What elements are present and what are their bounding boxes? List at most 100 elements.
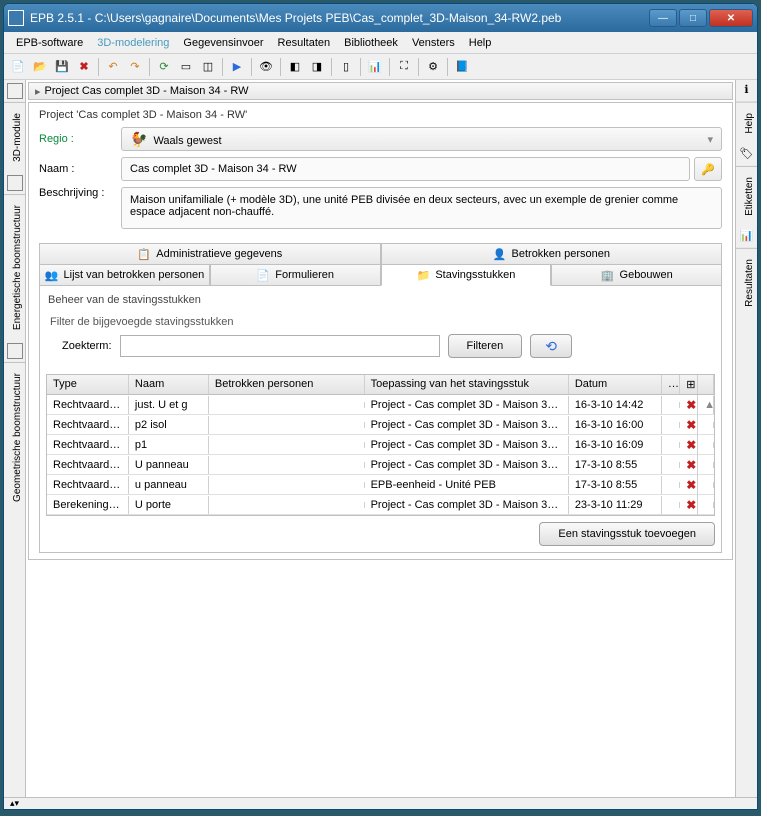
cell-datum: 16-3-10 16:09 — [569, 436, 663, 454]
cell-more — [662, 402, 680, 408]
search-input[interactable] — [120, 335, 440, 357]
add-stavingsstuk-button[interactable]: Een stavingsstuk toevoegen — [539, 522, 715, 546]
side-icon-3[interactable] — [7, 343, 23, 359]
regio-label: Regio : — [39, 133, 121, 145]
delete-row-button[interactable]: ✖ — [680, 435, 698, 455]
delete-row-button[interactable]: ✖ — [680, 395, 698, 415]
delete-row-button[interactable]: ✖ — [680, 415, 698, 435]
filter-button[interactable]: Filteren — [448, 334, 523, 358]
panel2-icon[interactable]: ◨ — [307, 57, 327, 77]
regio-dropdown[interactable]: 🐓Waals gewest ▾ — [121, 127, 722, 151]
breadcrumb[interactable]: ▸ Project Cas complet 3D - Maison 34 - R… — [28, 82, 733, 100]
menu-gegevens[interactable]: Gegevensinvoer — [177, 35, 269, 51]
tab-formulieren[interactable]: 📄 Formulieren — [210, 264, 381, 286]
page-icon[interactable]: ▯ — [336, 57, 356, 77]
table-row[interactable]: Rechtvaardig...U panneauProject - Cas co… — [47, 455, 714, 475]
select-icon[interactable]: ▭ — [176, 57, 196, 77]
redo-icon[interactable]: ↷ — [125, 57, 145, 77]
close-button[interactable]: ✕ — [709, 9, 753, 27]
breadcrumb-arrow-icon: ▸ — [35, 85, 41, 98]
delete-row-button[interactable]: ✖ — [680, 475, 698, 495]
tab-betrokken-top[interactable]: 👤 Betrokken personen — [381, 243, 723, 265]
side-tab-3d[interactable]: 3D-module — [4, 102, 25, 172]
key-button[interactable]: 🔑 — [694, 157, 722, 181]
scroll-arrow-icon[interactable] — [698, 502, 714, 508]
table-row[interactable]: Rechtvaardig...u panneauEPB-eenheid - Un… — [47, 475, 714, 495]
side-tab-resultaten[interactable]: Resultaten — [736, 248, 757, 317]
menu-3d[interactable]: 3D-modelering — [91, 35, 175, 51]
form-icon: 📄 — [256, 268, 270, 282]
menu-resultaten[interactable]: Resultaten — [272, 35, 337, 51]
cell-datum: 16-3-10 14:42 — [569, 396, 663, 414]
gear-icon[interactable]: ⚙ — [423, 57, 443, 77]
menu-vensters[interactable]: Vensters — [406, 35, 461, 51]
cell-more — [662, 462, 680, 468]
side-tab-help[interactable]: Help — [736, 102, 757, 144]
th-betrokken[interactable]: Betrokken personen — [209, 375, 365, 394]
cell-toepassing: Project - Cas complet 3D - Maison 34 - R… — [365, 496, 569, 514]
cell-betrokken — [209, 482, 365, 488]
chart2-icon[interactable]: 📊 — [739, 229, 755, 245]
scroll-arrow-icon[interactable] — [698, 442, 714, 448]
cell-betrokken — [209, 402, 365, 408]
table-row[interactable]: Rechtvaardig...p2 isolProject - Cas comp… — [47, 415, 714, 435]
scroll-arrow-icon[interactable] — [698, 462, 714, 468]
footer-handle[interactable]: ▴▾ — [4, 797, 757, 809]
th-more[interactable]: ... — [662, 375, 680, 394]
label-icon[interactable]: 🏷 — [739, 147, 755, 163]
th-datum[interactable]: Datum — [569, 375, 663, 394]
desc-textarea[interactable]: Maison unifamiliale (+ modèle 3D), une u… — [121, 187, 722, 229]
delete-row-button[interactable]: ✖ — [680, 455, 698, 475]
panel1-icon[interactable]: ◧ — [285, 57, 305, 77]
people-icon: 👥 — [45, 268, 59, 282]
cell-betrokken — [209, 422, 365, 428]
open-icon[interactable]: 📂 — [30, 57, 50, 77]
side-tab-etiketten[interactable]: Etiketten — [736, 166, 757, 226]
menu-epb[interactable]: EPB-software — [10, 35, 89, 51]
scroll-arrow-icon[interactable]: ▲ — [698, 396, 714, 414]
table-row[interactable]: Rechtvaardig...p1Project - Cas complet 3… — [47, 435, 714, 455]
side-icon-2[interactable] — [7, 175, 23, 191]
book-icon[interactable]: 📘 — [452, 57, 472, 77]
table-row[interactable]: Rechtvaardig...just. U et gProject - Cas… — [47, 395, 714, 415]
menu-help[interactable]: Help — [463, 35, 498, 51]
scroll-arrow-icon[interactable] — [698, 482, 714, 488]
titlebar[interactable]: EPB 2.5.1 - C:\Users\gagnaire\Documents\… — [4, 4, 757, 32]
maximize-button[interactable]: □ — [679, 9, 707, 27]
naam-input[interactable]: Cas complet 3D - Maison 34 - RW — [121, 157, 690, 181]
reset-button[interactable]: ⟲ — [530, 334, 572, 358]
expand-icon[interactable]: ⛶ — [394, 57, 414, 77]
table-body: Rechtvaardig...just. U et gProject - Cas… — [47, 395, 714, 515]
stavings-pane: Beheer van de stavingsstukken Filter de … — [39, 286, 722, 553]
menu-bibliotheek[interactable]: Bibliotheek — [338, 35, 404, 51]
table-row[interactable]: Berekeningsn...U porteProject - Cas comp… — [47, 495, 714, 515]
delete-row-button[interactable]: ✖ — [680, 495, 698, 515]
cell-more — [662, 442, 680, 448]
refresh-icon[interactable]: ⟳ — [154, 57, 174, 77]
side-icon-1[interactable] — [7, 83, 23, 99]
eye-icon[interactable]: 👁 — [256, 57, 276, 77]
cell-more — [662, 502, 680, 508]
help-icon[interactable]: ℹ — [739, 83, 755, 99]
window-icon[interactable]: ◫ — [198, 57, 218, 77]
th-type[interactable]: Type — [47, 375, 129, 394]
cell-more — [662, 422, 680, 428]
side-tab-energy[interactable]: Energetische boomstructuur — [4, 194, 25, 340]
breadcrumb-text: Project Cas complet 3D - Maison 34 - RW — [45, 85, 249, 97]
chart-icon[interactable]: 📊 — [365, 57, 385, 77]
undo-icon[interactable]: ↶ — [103, 57, 123, 77]
tab-gebouwen[interactable]: 🏢 Gebouwen — [551, 264, 722, 286]
new-icon[interactable]: 📄 — [8, 57, 28, 77]
cell-toepassing: Project - Cas complet 3D - Maison 34 - R… — [365, 396, 569, 414]
scroll-arrow-icon[interactable] — [698, 422, 714, 428]
tab-lijst[interactable]: 👥 Lijst van betrokken personen — [39, 264, 210, 286]
play-icon[interactable]: ▶ — [227, 57, 247, 77]
th-toepassing[interactable]: Toepassing van het stavingsstuk — [365, 375, 569, 394]
minimize-button[interactable]: — — [649, 9, 677, 27]
side-tab-geom[interactable]: Geometrische boomstructuur — [4, 362, 25, 512]
tab-admin[interactable]: 📋 Administratieve gegevens — [39, 243, 381, 265]
delete-icon[interactable]: ✖ — [74, 57, 94, 77]
th-naam[interactable]: Naam — [129, 375, 209, 394]
tab-stavings[interactable]: 📁 Stavingsstukken — [381, 264, 552, 286]
save-icon[interactable]: 💾 — [52, 57, 72, 77]
